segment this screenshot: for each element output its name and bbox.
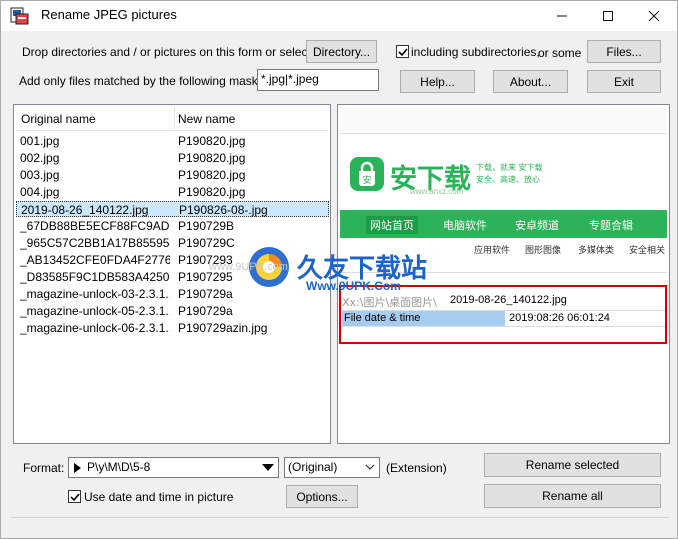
nav-item: 电脑软件 [443,219,487,232]
window-title: Rename JPEG pictures [41,7,177,22]
subnav-item: 安全相关 [629,246,666,256]
status-bar [11,517,669,535]
column-header-original[interactable]: Original name [21,112,96,126]
file-list[interactable]: Original name New name 001.jpg P190820.jp… [13,104,331,444]
list-item[interactable]: _magazine-unlock-05-2.3.1... P190729a [16,303,329,319]
format-value: P\y\M\D\5-8 [87,460,151,474]
site-url: www.anxz.com [410,187,464,196]
rename-all-button[interactable]: Rename all [484,484,661,508]
column-header-new[interactable]: New name [178,112,235,126]
highlight-box [339,285,667,344]
minimize-button[interactable] [539,1,585,31]
site-nav-bar: 网站首页 电脑软件 安卓频道 专题合辑 [340,210,667,238]
subnav-item: 图形图像 [525,246,562,256]
close-button[interactable] [631,1,677,31]
format-label: Format: [23,461,65,475]
exit-button[interactable]: Exit [587,70,661,93]
list-item[interactable]: 001.jpg P190820.jpg [16,133,329,149]
or-some-label: or some [538,46,582,60]
nav-item: 网站首页 [366,216,418,234]
preview-panel: 安 安下载 下载，就来 安下载 安全、高速、放心 www.anxz.com 网站… [337,104,670,444]
nav-item: 安卓频道 [515,219,559,232]
app-icon [10,7,30,25]
svg-text:安: 安 [362,174,371,186]
help-button[interactable]: Help... [400,70,475,93]
site-tagline-2: 安全、高速、放心 [476,175,540,184]
list-item[interactable]: _magazine-unlock-06-2.3.1... P190729azin.… [16,320,329,336]
subnav-item: 应用软件 [474,246,511,256]
list-item[interactable]: 003.jpg P190820.jpg [16,167,329,183]
list-item[interactable]: 002.jpg P190820.jpg [16,150,329,166]
list-item[interactable]: _magazine-unlock-03-2.3.1... P190729a [16,286,329,302]
title-bar: Rename JPEG pictures [1,1,677,31]
preview-header [340,107,667,134]
about-button[interactable]: About... [493,70,568,93]
case-combobox[interactable]: (Original) [284,457,380,478]
files-button[interactable]: Files... [587,40,661,63]
chevron-down-icon [262,464,274,471]
list-item[interactable]: _D83585F9C1DB583A4250... P1907295 [16,269,329,285]
use-date-label: Use date and time in picture [84,490,234,504]
extension-label: (Extension) [386,461,447,475]
rename-selected-button[interactable]: Rename selected [484,453,661,477]
mask-label: Add only files matched by the following … [19,74,279,88]
list-item[interactable]: _AB13452CFE0FDA4F2776... P1907293 [16,252,329,268]
maximize-button[interactable] [585,1,631,31]
include-subdirectories-checkbox[interactable] [396,45,409,58]
chevron-down-icon [365,464,375,470]
list-item-selected[interactable]: 2019-08-26_140122.jpg P190826-08-.jpg [16,201,329,217]
options-button[interactable]: Options... [286,485,358,508]
format-combobox[interactable]: P\y\M\D\5-8 [68,457,279,478]
include-subdirectories-label: including subdirectories, [411,45,540,59]
play-arrow-icon [74,463,81,473]
list-item[interactable]: _67DB88BE5ECF88FC9AD3... P190729B [16,218,329,234]
list-item[interactable]: 004.jpg P190820.jpg [16,184,329,200]
app-window: Rename JPEG pictures Drop directories an… [0,0,678,539]
nav-item: 专题合辑 [589,219,633,232]
site-tagline-1: 下载，就来 安下载 [476,163,543,172]
case-value: (Original) [288,460,338,474]
use-date-checkbox[interactable] [68,490,81,503]
mask-input[interactable]: *.jpg|*.jpeg [257,69,379,91]
list-item[interactable]: _965C57C2BB1A17B855954... P190729C [16,235,329,251]
directory-button[interactable]: Directory... [306,40,377,63]
subnav-item: 多媒体类 [578,246,615,256]
site-logo-icon: 安 [350,157,384,191]
drop-instruction-label: Drop directories and / or pictures on th… [22,45,321,59]
